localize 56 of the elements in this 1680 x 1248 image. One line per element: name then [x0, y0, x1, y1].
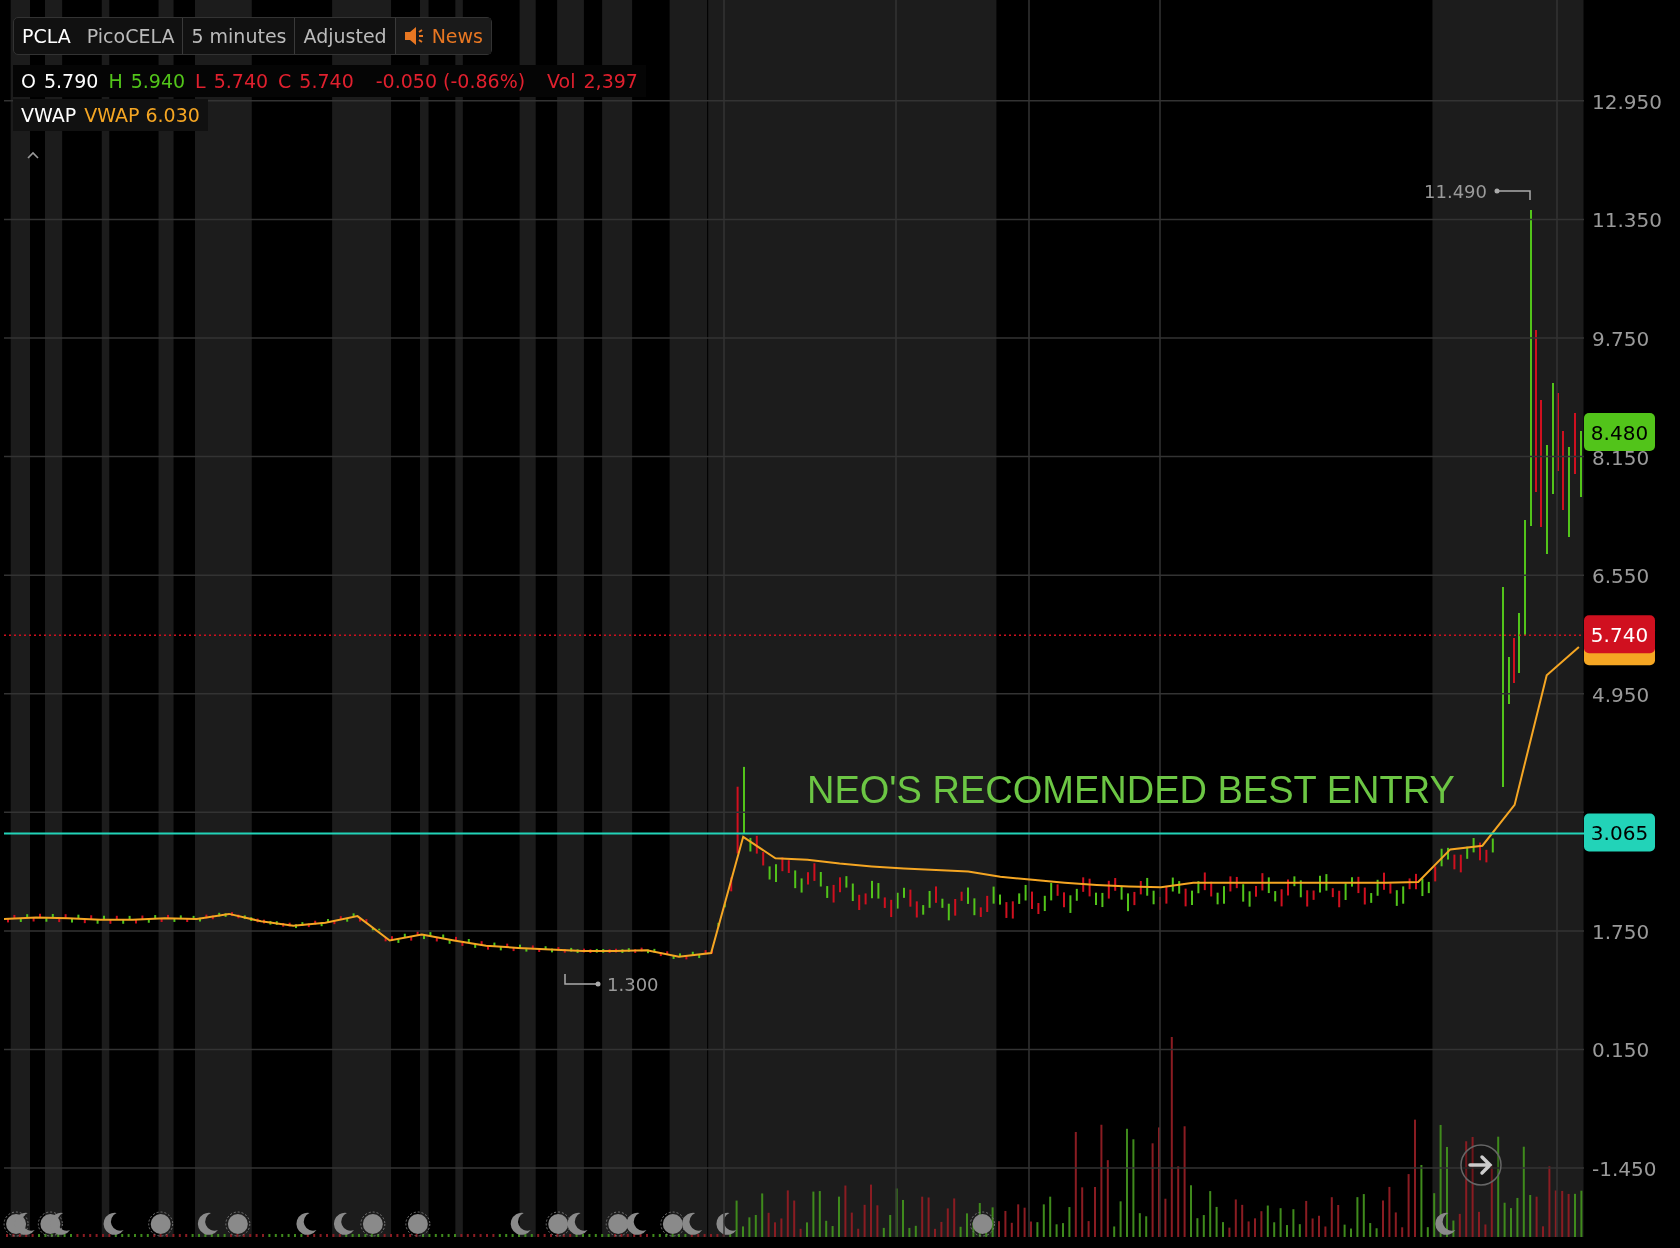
annotation-text: NEO'S RECOMENDED BEST ENTRY	[807, 769, 1455, 811]
axis-tick-label: 1.750	[1592, 919, 1650, 944]
full-moon-icon	[148, 1211, 174, 1237]
quote-label: Vol	[547, 70, 576, 92]
price-badge: 8.480	[1584, 413, 1655, 451]
high-price-label: 11.490	[1424, 181, 1487, 202]
axis-tick-label: -1.450	[1592, 1157, 1657, 1182]
adjustment-toggle[interactable]: Adjusted	[294, 18, 395, 54]
quote-value: 5.790	[43, 70, 99, 92]
ref-line-label: 3.065	[1590, 821, 1649, 846]
full-moon-icon	[660, 1211, 686, 1237]
quote-value: 2,397	[583, 70, 638, 92]
moon-icon	[1435, 1212, 1456, 1235]
quote-value: 5.740	[213, 70, 269, 92]
quote-label: L	[195, 70, 206, 92]
moon-icon	[626, 1212, 647, 1235]
axis-tick-label: 9.750	[1592, 326, 1650, 351]
moon-icon	[567, 1212, 588, 1235]
full-moon-icon	[545, 1211, 571, 1237]
quote-value: 5.940	[130, 70, 186, 92]
price-badge: 3.065	[1584, 813, 1655, 852]
study-name: VWAP	[21, 104, 77, 126]
axis-tick-label: 6.550	[1592, 564, 1650, 589]
full-moon-icon	[360, 1211, 386, 1237]
axis-tick-label: 0.150	[1592, 1038, 1650, 1063]
axis-tick-label: 11.350	[1592, 208, 1662, 233]
interval-selector[interactable]: 5 minutes	[182, 18, 295, 54]
quote-value: 5.740	[299, 70, 354, 92]
speaker-icon	[403, 26, 426, 46]
low-marker	[564, 973, 601, 987]
study-value: VWAP 6.030	[84, 104, 200, 126]
moon-icon	[296, 1212, 317, 1235]
moon-icon	[197, 1212, 218, 1235]
quote-label: H	[108, 70, 123, 92]
news-button[interactable]: News	[394, 18, 491, 54]
company-name: PicoCELA	[85, 24, 176, 49]
moon-icon	[510, 1212, 531, 1235]
axis-tick-label: 4.950	[1592, 682, 1650, 707]
scroll-right-button[interactable]	[1460, 1144, 1502, 1186]
full-moon-icon	[969, 1211, 995, 1237]
high-marker	[1494, 188, 1531, 201]
collapse-icon[interactable]	[27, 151, 39, 159]
ref-line-label: 5.740	[1590, 623, 1649, 648]
axis-tick-label: 12.950	[1592, 89, 1662, 114]
quote-value: -0.050 (-0.86%)	[375, 70, 526, 92]
symbol-label[interactable]: PCLA	[14, 18, 79, 54]
full-moon-icon	[225, 1211, 251, 1237]
quote-label: O	[21, 70, 36, 92]
moon-icon	[333, 1212, 354, 1235]
low-price-label: 1.300	[607, 974, 659, 995]
moon-icon	[682, 1212, 703, 1235]
full-moon-icon	[605, 1211, 631, 1237]
quote-label: C	[278, 70, 292, 92]
full-moon-icon	[405, 1211, 431, 1237]
moon-icon	[716, 1212, 737, 1235]
moon-icon	[103, 1212, 124, 1235]
